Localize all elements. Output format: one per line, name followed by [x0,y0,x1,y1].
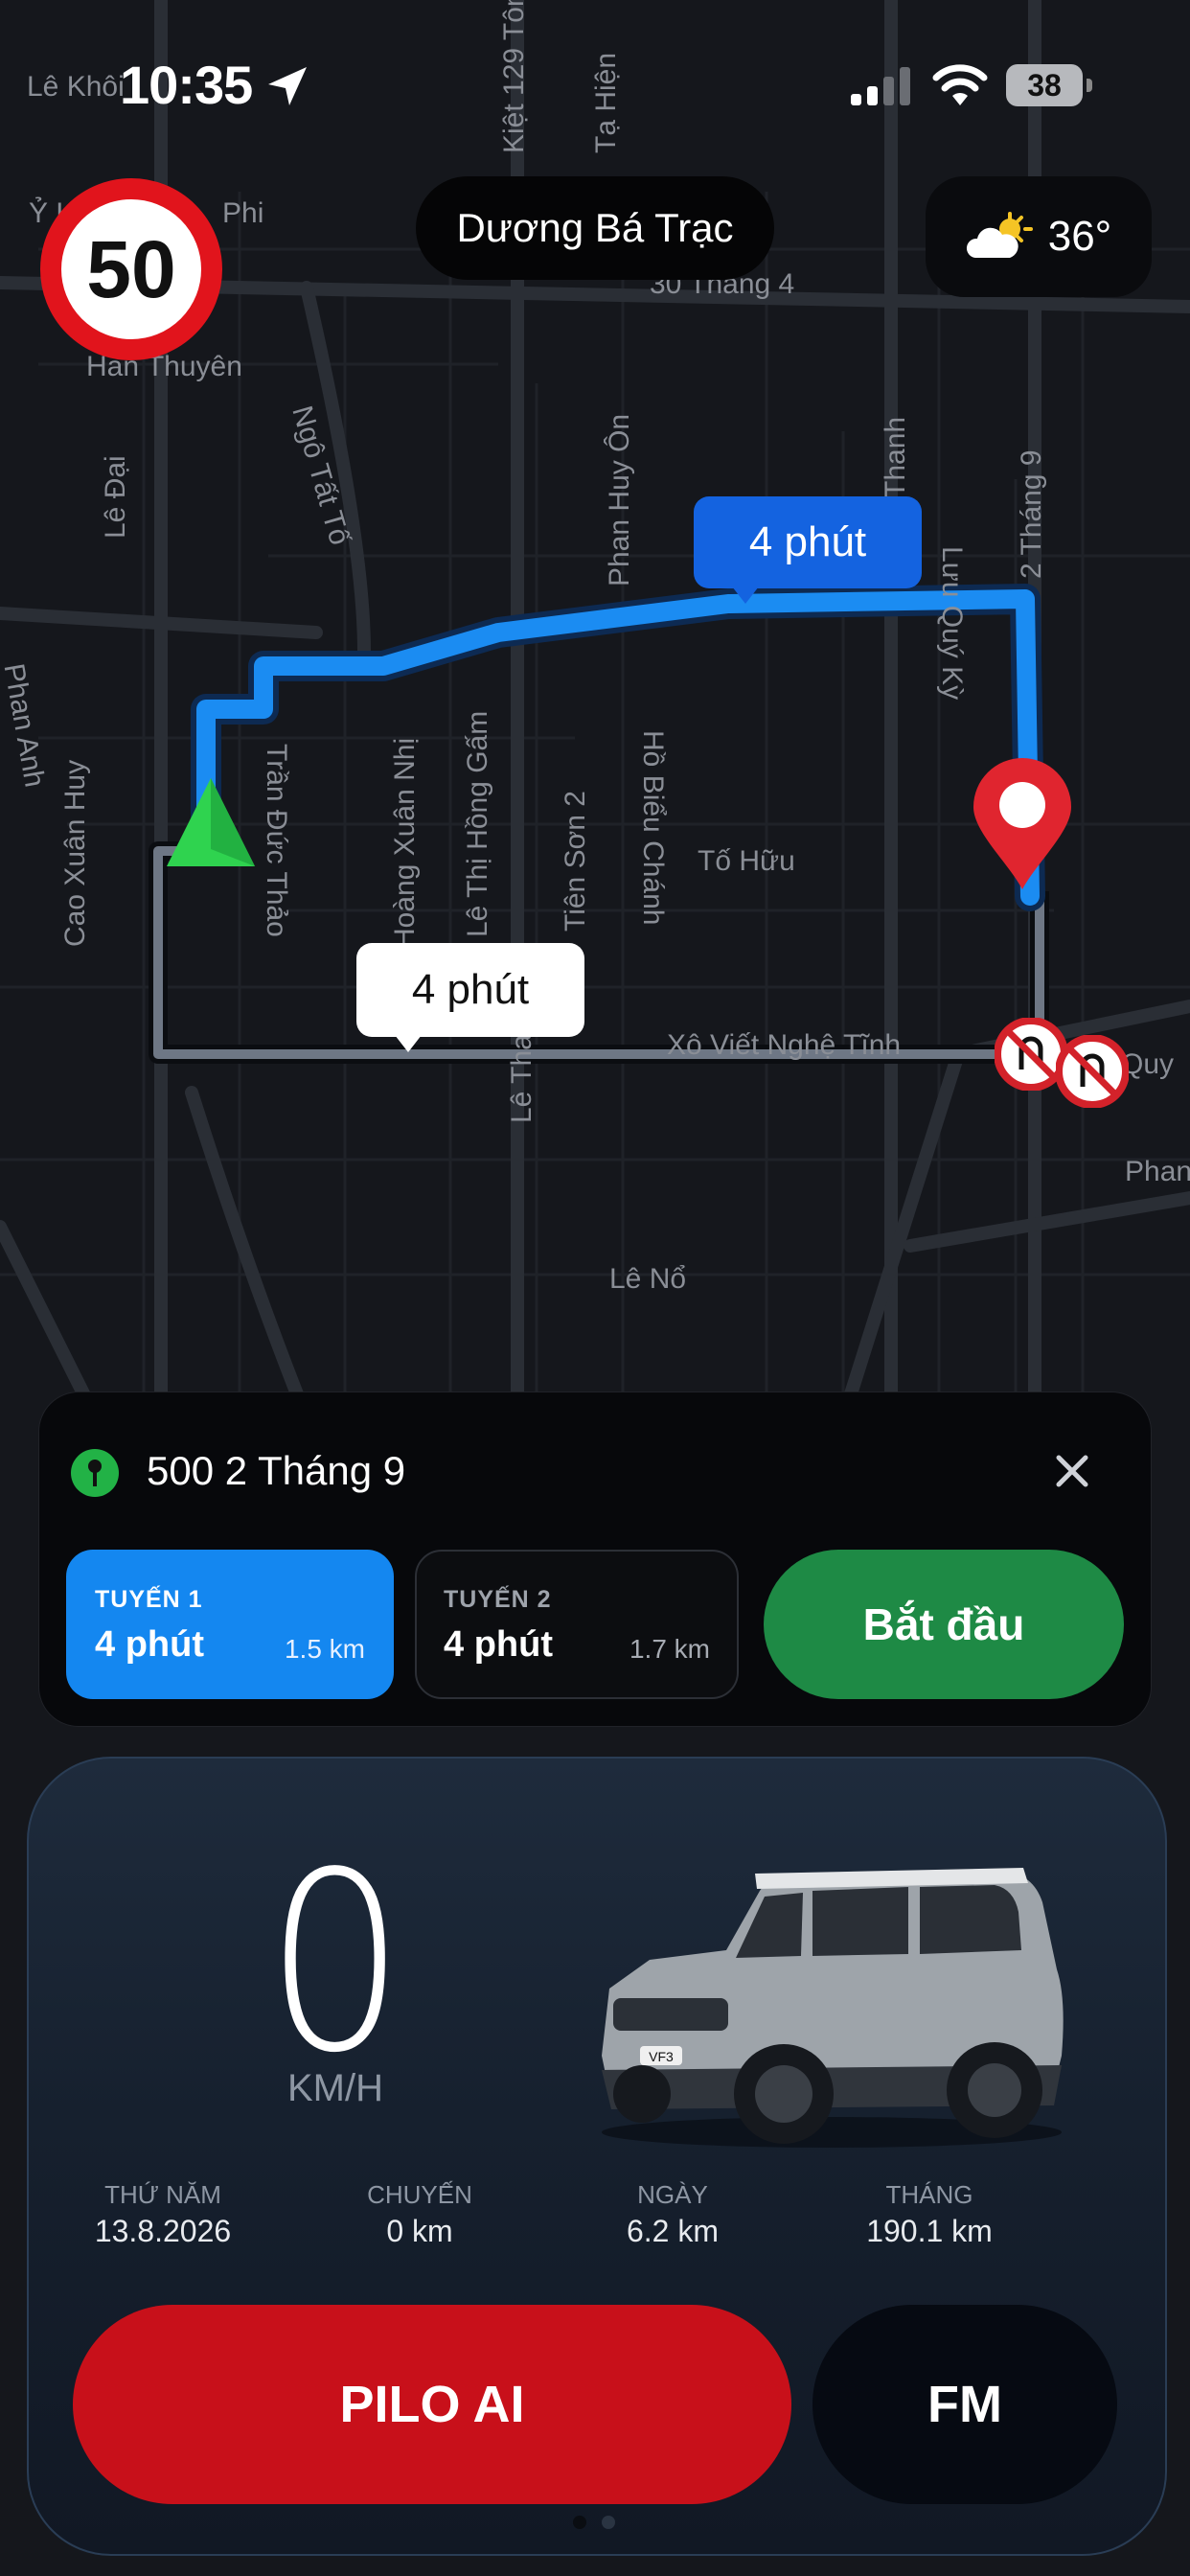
page-indicator[interactable] [573,2516,615,2529]
partly-sunny-icon [966,212,1033,258]
street-label: Hoàng Xuân Nhị [389,737,421,949]
stat-trip: CHUYẾN 0 km [333,2180,506,2249]
fm-radio-button[interactable]: FM [812,2305,1117,2504]
stat-today: NGÀY 6.2 km [586,2180,759,2249]
street-label: Lê Thị Hồng Gấm [462,710,493,937]
battery-indicator: 38 [1006,64,1083,106]
vehicle-plate: VF3 [649,2049,674,2064]
stat-value: 0 km [386,2214,453,2248]
stat-label: NGÀY [637,2180,708,2209]
street-label: Lưu Quý Kỳ [936,546,968,701]
speed-limit-value: 50 [86,223,176,314]
status-bar: 10:35 38 [0,0,1190,172]
current-street-name: Dương Bá Trạc [456,205,734,250]
wifi-icon [932,64,988,105]
cellular-signal-icon [851,67,910,105]
route-1-time-bubble[interactable]: 4 phút [694,496,922,604]
route-option-distance: 1.7 km [629,1634,710,1664]
route-option-label: TUYẾN 1 [95,1586,203,1613]
street-label: Thanh [880,416,911,498]
current-street-pill: Dương Bá Trạc [416,176,774,280]
stat-value: 6.2 km [626,2214,720,2248]
vehicle-image: VF3 [583,1854,1081,2156]
route-option-distance: 1.5 km [284,1634,365,1664]
page-dot [602,2516,615,2529]
route-option-1[interactable]: TUYẾN 1 4 phút 1.5 km [66,1550,394,1699]
stat-label: CHUYẾN [367,2180,472,2209]
pilo-ai-button[interactable]: PILO AI [73,2305,791,2504]
close-icon[interactable] [1053,1452,1091,1490]
street-label: Tiên Sơn 2 [560,791,591,932]
street-label: Hồ Biểu Chánh [637,730,669,926]
route-2-time: 4 phút [411,966,530,1013]
street-label: Lê Nổ [609,1263,687,1295]
vehicle-dashboard: 0 KM/H VF3 THỨ NĂM 13.8.2026 CHUYẾN 0 km… [27,1757,1167,2556]
route-option-time: 4 phút [444,1624,553,1665]
street-label: Phan Huy Ôn [604,413,635,586]
speed-unit: KM/H [287,2067,383,2109]
start-navigation-button[interactable]: Bắt đầu [764,1550,1124,1699]
street-label: Phi [222,197,264,229]
destination-address: 500 2 Tháng 9 [147,1448,406,1493]
status-time: 10:35 [120,55,253,115]
destination-marker-icon [71,1449,119,1497]
street-label: Trần Đức Thảo [261,744,292,937]
battery-level: 38 [1027,67,1062,103]
street-label: 2 Tháng 9 [1016,449,1047,579]
speed-limit-sign: 50 [40,178,222,360]
speed-value: 0 [264,1820,406,2107]
street-label: Lê Đại [100,455,131,539]
route-1-time: 4 phút [748,518,867,565]
street-label: Quy [1121,1048,1175,1080]
weather-pill[interactable]: 36° [926,176,1152,297]
route-selection-card: 500 2 Tháng 9 TUYẾN 1 4 phút 1.5 km TUYẾ… [38,1392,1152,1727]
fm-label: FM [927,2376,1002,2433]
street-label: Tố Hữu [698,845,795,877]
stat-value: 13.8.2026 [94,2214,232,2248]
stat-month: THÁNG 190.1 km [834,2180,1025,2249]
stat-label: THỨ NĂM [104,2180,221,2209]
page-dot-active [573,2516,586,2529]
street-label: Phan [1125,1156,1190,1187]
battery-cap [1087,79,1092,92]
street-label: Xô Viết Nghệ Tĩnh [667,1029,902,1061]
route-2-time-bubble[interactable]: 4 phút [356,943,584,1052]
stat-value: 190.1 km [866,2214,993,2248]
start-button-label: Bắt đầu [862,1599,1025,1649]
street-label: Cao Xuân Huy [59,759,91,947]
stat-day: THỨ NĂM 13.8.2026 [67,2180,259,2249]
route-option-time: 4 phút [95,1624,204,1665]
location-arrow-icon [268,67,307,105]
stat-label: THÁNG [885,2180,973,2209]
route-option-label: TUYẾN 2 [444,1586,552,1613]
temperature: 36° [1047,213,1112,260]
route-option-2[interactable]: TUYẾN 2 4 phút 1.7 km [415,1550,739,1699]
pilo-ai-label: PILO AI [339,2376,525,2433]
